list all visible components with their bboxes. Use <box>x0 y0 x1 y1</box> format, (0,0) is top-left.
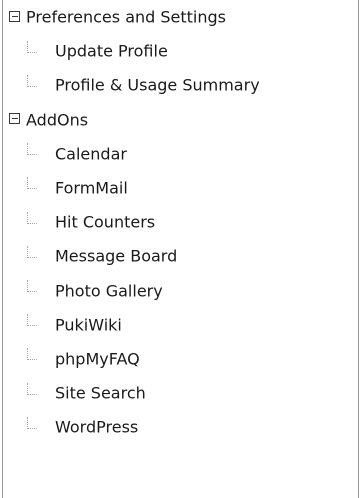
tree-branch-icon <box>27 280 37 292</box>
tree-branch-icon <box>27 416 37 429</box>
tree-item-label[interactable]: WordPress <box>55 418 138 437</box>
tree-item-label[interactable]: Profile & Usage Summary <box>55 76 260 95</box>
tree-branch-icon <box>27 382 37 395</box>
tree-item-site-search[interactable]: Site Search <box>3 376 358 410</box>
tree-item-formmail[interactable]: FormMail <box>3 171 358 205</box>
tree-group-label: Preferences and Settings <box>26 7 226 27</box>
tree-group-addons: AddOns <box>3 103 358 137</box>
tree-item-label[interactable]: Message Board <box>55 247 177 266</box>
tree-item-hit-counters[interactable]: Hit Counters <box>3 205 358 239</box>
tree-item-label[interactable]: phpMyFAQ <box>55 349 140 368</box>
tree-branch-icon <box>27 177 37 190</box>
navigation-tree: Preferences and Settings Update Profile … <box>3 0 358 444</box>
tree-branch-icon <box>27 211 37 224</box>
tree-item-label[interactable]: Calendar <box>55 144 127 163</box>
tree-item-calendar[interactable]: Calendar <box>3 137 358 171</box>
collapse-toggle-icon[interactable] <box>9 10 20 22</box>
navigation-tree-panel: Preferences and Settings Update Profile … <box>2 0 359 498</box>
tree-item-profile-usage-summary[interactable]: Profile & Usage Summary <box>3 68 358 102</box>
tree-item-message-board[interactable]: Message Board <box>3 239 358 273</box>
tree-group-preferences: Preferences and Settings <box>3 0 358 34</box>
tree-item-label[interactable]: Site Search <box>55 384 146 403</box>
tree-branch-icon <box>27 143 37 156</box>
tree-item-label[interactable]: PukiWiki <box>55 315 122 334</box>
tree-item-label[interactable]: Photo Gallery <box>55 281 163 300</box>
tree-branch-icon <box>27 245 37 258</box>
tree-item-photo-gallery[interactable]: Photo Gallery <box>3 274 358 308</box>
tree-branch-icon <box>27 74 37 87</box>
tree-item-label[interactable]: Update Profile <box>55 42 168 61</box>
tree-item-label[interactable]: Hit Counters <box>55 213 155 232</box>
collapse-toggle-icon[interactable] <box>9 113 20 125</box>
tree-branch-icon <box>27 40 37 53</box>
tree-group-label: AddOns <box>26 110 89 130</box>
tree-item-pukiwiki[interactable]: PukiWiki <box>3 308 358 342</box>
tree-branch-icon <box>27 314 37 327</box>
tree-item-label[interactable]: FormMail <box>55 178 128 197</box>
tree-item-wordpress[interactable]: WordPress <box>3 410 358 444</box>
tree-branch-icon <box>27 348 37 361</box>
tree-item-update-profile[interactable]: Update Profile <box>3 34 358 68</box>
tree-item-phpmyfaq[interactable]: phpMyFAQ <box>3 342 358 376</box>
